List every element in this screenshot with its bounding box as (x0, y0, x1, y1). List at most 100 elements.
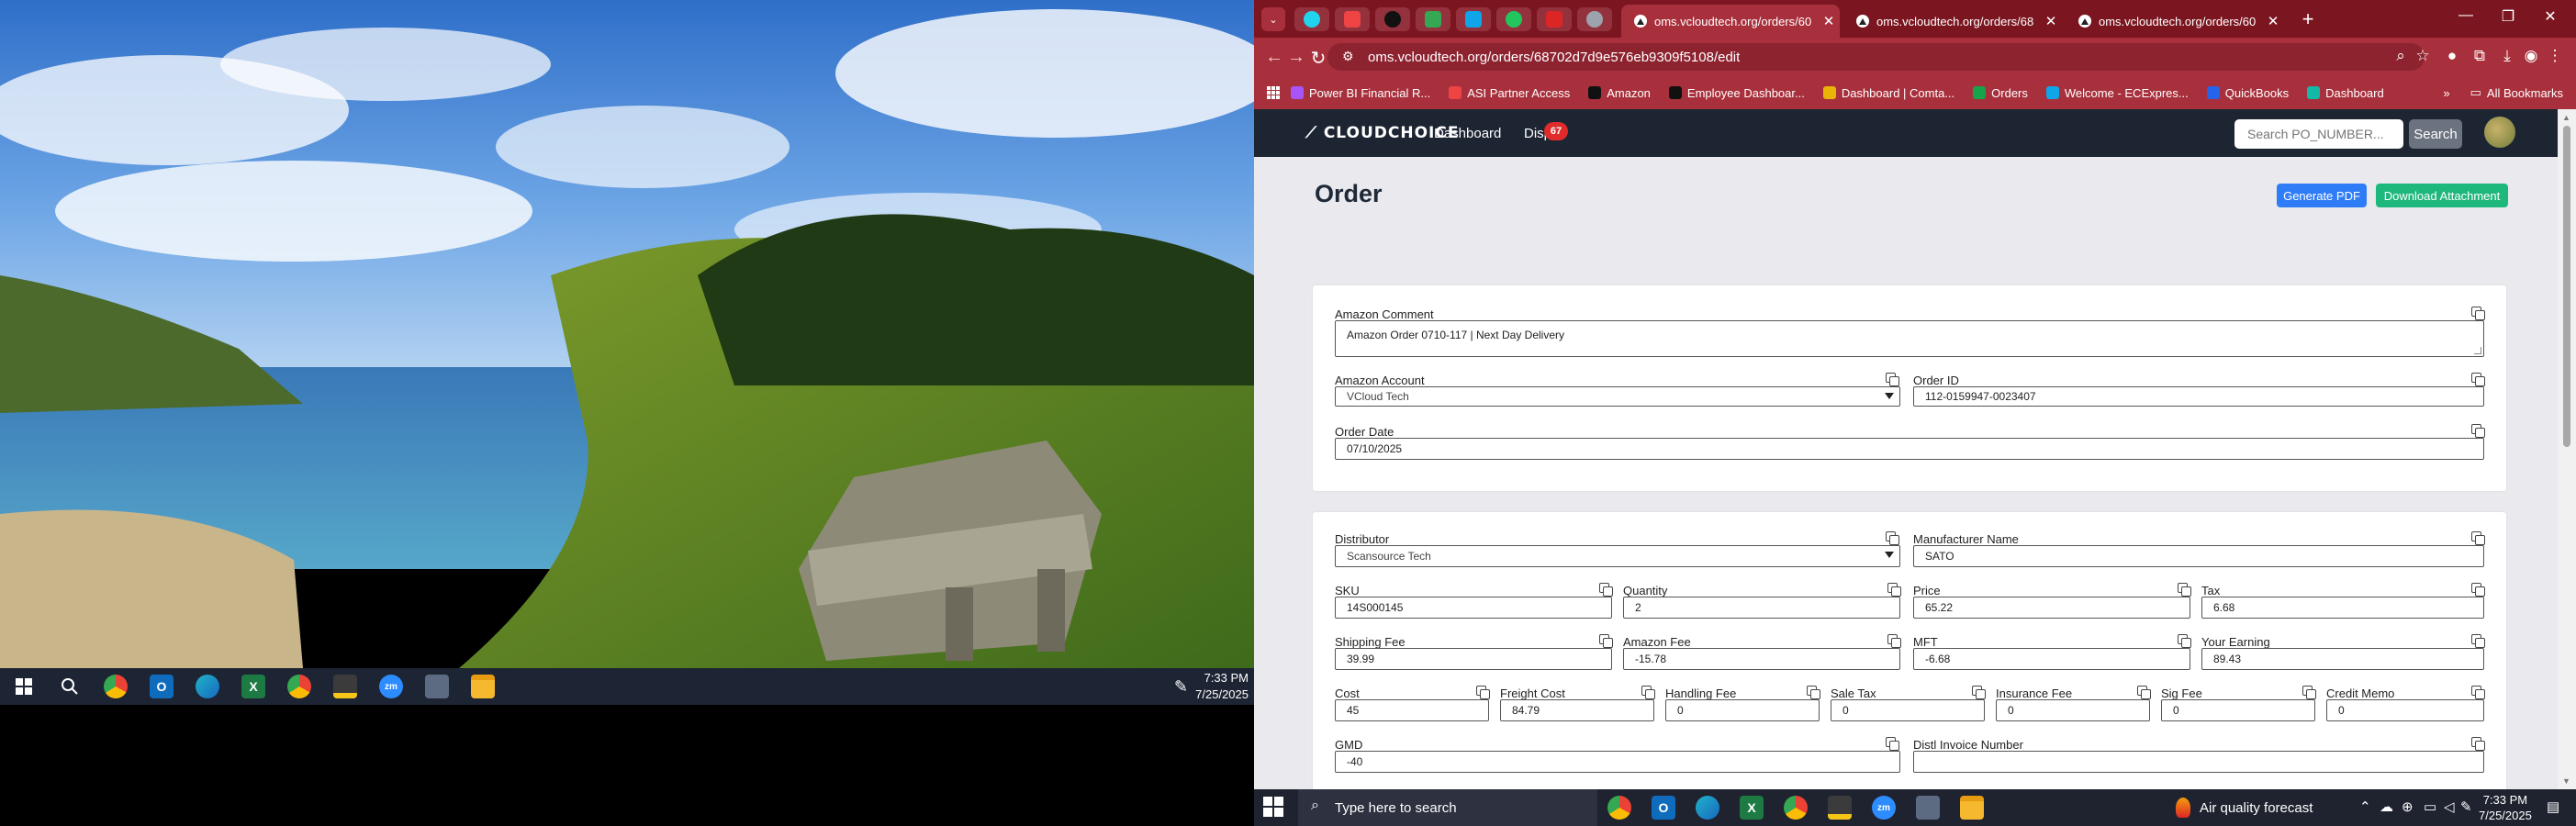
pinned-tab-1-icon[interactable] (1294, 7, 1329, 31)
copy-icon[interactable] (1886, 373, 1899, 386)
tab-order-edit[interactable]: oms.vcloudtech.org/orders/60 ✕ (1621, 5, 1840, 38)
windows-start-icon[interactable] (1263, 797, 1285, 819)
all-bookmarks[interactable]: » ▭ All Bookmarks (2443, 76, 2563, 109)
pinned-tab-7-icon[interactable] (1537, 7, 1572, 31)
show-hidden-icons-icon[interactable]: ⌃ (2359, 798, 2371, 815)
bookmark-quickbooks[interactable]: QuickBooks (2206, 86, 2289, 100)
bookmark-dashboard[interactable]: Dashboard (2307, 86, 2384, 100)
outlook-icon[interactable]: O (1645, 789, 1682, 826)
order-id-input[interactable]: 112-0159947-0023407 (1913, 386, 2484, 407)
edge-icon[interactable] (1689, 789, 1726, 826)
page-scrollbar[interactable]: ▲ ▼ (2558, 109, 2576, 789)
nav-dashboard[interactable]: Dashboard (1434, 126, 1501, 141)
pinned-tab-2-icon[interactable] (1335, 7, 1370, 31)
order-date-input[interactable]: 07/10/2025 (1335, 438, 2484, 460)
copy-icon[interactable] (1476, 686, 1490, 699)
manufacturer-input[interactable]: SATO (1913, 545, 2484, 567)
close-tab-icon[interactable]: ✕ (2262, 13, 2284, 29)
pen-icon[interactable]: ✎ (1174, 677, 1188, 697)
chrome-profile-icon[interactable] (281, 668, 318, 705)
freight-cost-input[interactable]: 84.79 (1500, 699, 1654, 721)
taskbar-search-box[interactable]: ⌕ Type here to search (1298, 789, 1597, 826)
pinned-tab-8-icon[interactable] (1577, 7, 1612, 31)
pinned-tab-3-icon[interactable] (1375, 7, 1410, 31)
copy-icon[interactable] (1599, 634, 1613, 648)
close-window-icon[interactable]: ✕ (2532, 7, 2569, 26)
search-button[interactable]: Search (2409, 119, 2462, 149)
your-earning-input[interactable]: 89.43 (2201, 648, 2484, 670)
more-bookmarks-icon[interactable]: » (2443, 86, 2449, 100)
scroll-thumb[interactable] (2563, 126, 2570, 447)
profile-circle-icon[interactable]: ● (2438, 47, 2466, 65)
bookmark-employee-dashboard[interactable]: Employee Dashboar... (1668, 86, 1805, 100)
bookmark-asi[interactable]: ASI Partner Access (1449, 86, 1570, 100)
excel-icon[interactable]: X (235, 668, 272, 705)
sticky-notes-icon[interactable] (1821, 789, 1858, 826)
po-search-input[interactable] (2234, 119, 2403, 149)
amazon-comment-textarea[interactable]: Amazon Order 0710-117 | Next Day Deliver… (1335, 320, 2484, 357)
close-tab-icon[interactable]: ✕ (2040, 13, 2062, 29)
copy-icon[interactable] (1972, 686, 1986, 699)
copy-icon[interactable] (1886, 737, 1899, 751)
mft-input[interactable]: -6.68 (1913, 648, 2190, 670)
outlook-icon[interactable]: O (143, 668, 180, 705)
chrome-icon[interactable] (97, 668, 134, 705)
onedrive-icon[interactable]: ☁ (2380, 798, 2393, 815)
excel-icon[interactable]: X (1733, 789, 1770, 826)
bookmark-power-bi[interactable]: Power BI Financial R... (1291, 86, 1430, 100)
system-clock[interactable]: 7:33 PM 7/25/2025 (2479, 792, 2532, 823)
zoom-icon[interactable]: zm (373, 668, 409, 705)
calculator-icon[interactable] (1910, 789, 1946, 826)
sticky-notes-icon[interactable] (327, 668, 364, 705)
apps-icon[interactable] (1267, 86, 1280, 99)
windows-start-icon[interactable] (6, 668, 42, 705)
insurance-fee-input[interactable]: 0 (1996, 699, 2150, 721)
tab-order-3[interactable]: oms.vcloudtech.org/orders/60 ✕ (2066, 5, 2284, 38)
file-explorer-icon[interactable] (1954, 789, 1990, 826)
copy-icon[interactable] (2471, 686, 2485, 699)
network-icon[interactable]: ⊕ (2402, 798, 2414, 815)
file-explorer-icon[interactable] (465, 668, 501, 705)
scroll-up-icon[interactable]: ▲ (2562, 113, 2570, 122)
distl-invoice-number-input[interactable] (1913, 751, 2484, 773)
copy-icon[interactable] (2137, 686, 2151, 699)
shipping-fee-input[interactable]: 39.99 (1335, 648, 1612, 670)
weather-widget[interactable]: Air quality forecast (2176, 789, 2313, 826)
resize-handle-icon[interactable] (2474, 347, 2481, 354)
copy-icon[interactable] (1887, 583, 1901, 597)
sku-input[interactable]: 14S000145 (1335, 597, 1612, 619)
battery-icon[interactable]: ▭ (2424, 798, 2436, 815)
edge-icon[interactable] (189, 668, 226, 705)
pen-icon[interactable]: ✎ (2460, 798, 2472, 815)
copy-icon[interactable] (2471, 531, 2485, 545)
copy-icon[interactable] (2471, 737, 2485, 751)
search-icon[interactable] (51, 668, 88, 705)
pinned-tab-5-icon[interactable] (1456, 7, 1491, 31)
site-info-icon[interactable]: ⚙ (1342, 49, 1354, 64)
sig-fee-input[interactable]: 0 (2161, 699, 2315, 721)
credit-memo-input[interactable]: 0 (2326, 699, 2484, 721)
copy-icon[interactable] (1807, 686, 1820, 699)
copy-icon[interactable] (1887, 634, 1901, 648)
bookmark-amazon[interactable]: Amazon (1588, 86, 1651, 100)
restore-icon[interactable]: ❐ (2490, 7, 2526, 26)
minimize-icon[interactable]: — (2447, 7, 2484, 24)
copy-icon[interactable] (2471, 583, 2485, 597)
amazon-fee-input[interactable]: -15.78 (1623, 648, 1900, 670)
tax-input[interactable]: 6.68 (2201, 597, 2484, 619)
download-attachment-button[interactable]: Download Attachment (2376, 184, 2508, 207)
price-input[interactable]: 65.22 (1913, 597, 2190, 619)
bookmark-orders[interactable]: Orders (1973, 86, 2028, 100)
tab-order-2[interactable]: oms.vcloudtech.org/orders/68 ✕ (1843, 5, 2062, 38)
calculator-icon[interactable] (419, 668, 455, 705)
copy-icon[interactable] (1641, 686, 1655, 699)
copy-icon[interactable] (2471, 373, 2485, 386)
pinned-tab-6-icon[interactable] (1496, 7, 1531, 31)
handling-fee-input[interactable]: 0 (1665, 699, 1820, 721)
bookmark-comta-dashboard[interactable]: Dashboard | Comta... (1822, 86, 1954, 100)
new-tab-icon[interactable]: + (2290, 7, 2326, 31)
bookmark-ecexpress[interactable]: Welcome - ECExpres... (2045, 86, 2189, 100)
address-bar[interactable]: ⚙ oms.vcloudtech.org/orders/68702d7d9e57… (1327, 43, 2425, 71)
scroll-down-icon[interactable]: ▼ (2562, 776, 2570, 786)
cost-input[interactable]: 45 (1335, 699, 1489, 721)
